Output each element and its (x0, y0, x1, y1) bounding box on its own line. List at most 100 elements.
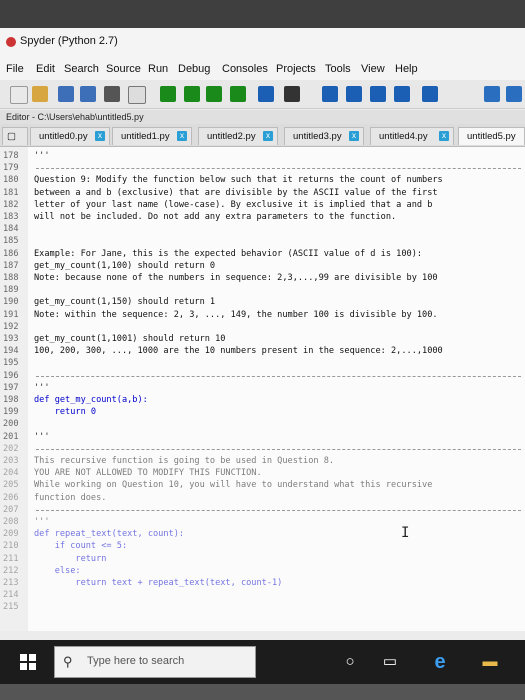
code-line[interactable]: 208 ''' (0, 516, 525, 528)
line-number: 211 (3, 553, 19, 564)
code-line[interactable]: 188 Note: because none of the numbers in … (0, 272, 525, 284)
code-line[interactable]: 212 else: (0, 565, 525, 577)
tab-untitled5[interactable]: untitled5.py (458, 127, 525, 145)
code-line[interactable]: 184 (0, 223, 525, 235)
code-line[interactable]: 195 (0, 357, 525, 369)
code-text: Note: within the sequence: 2, 3, ..., 14… (34, 309, 438, 320)
menu-edit[interactable]: Edit (36, 63, 55, 75)
menu-source[interactable]: Source (106, 63, 141, 75)
save-icon[interactable] (58, 86, 74, 102)
tab-browse-button[interactable]: ▢ (2, 127, 28, 145)
code-line[interactable]: 209 def repeat_text(text, count): (0, 528, 525, 540)
code-text: def repeat_text(text, count): (34, 529, 185, 540)
code-line[interactable]: 215 (0, 601, 525, 613)
task-view-icon[interactable]: ▭ (380, 652, 400, 672)
at-icon[interactable] (128, 86, 146, 104)
line-number: 189 (3, 285, 19, 296)
windows-logo-icon[interactable] (20, 654, 36, 670)
save-all-icon[interactable] (80, 86, 96, 102)
maximize-pane-icon[interactable] (484, 86, 500, 102)
stop-debug-icon[interactable] (422, 86, 438, 102)
tab-label: untitled4.py (379, 131, 428, 142)
close-icon[interactable]: x (349, 131, 359, 141)
new-file-icon[interactable] (10, 86, 28, 104)
run-selection-icon[interactable] (230, 86, 246, 102)
windows-taskbar: ⚲ Type here to search ○ ▭ e ▬ (0, 640, 525, 684)
search-icon: ⚲ (63, 654, 73, 669)
code-line[interactable]: 181 between a and b (exclusive) that are … (0, 187, 525, 199)
menu-consoles[interactable]: Consoles (222, 63, 268, 75)
title-bar: Spyder (Python 2.7) (0, 28, 525, 56)
menu-projects[interactable]: Projects (276, 63, 316, 75)
menu-help[interactable]: Help (395, 63, 418, 75)
tab-untitled0[interactable]: untitled0.py x (30, 127, 110, 145)
code-line[interactable]: 204 YOU ARE NOT ALLOWED TO MODIFY THIS FU… (0, 467, 525, 479)
line-number: 192 (3, 321, 19, 332)
code-line[interactable]: 192 (0, 321, 525, 333)
code-line[interactable]: 197 ''' (0, 382, 525, 394)
tab-untitled4[interactable]: untitled4.py x (370, 127, 454, 145)
close-icon[interactable]: x (177, 131, 187, 141)
code-line[interactable]: 211 return (0, 553, 525, 565)
code-line[interactable]: 186 Example: For Jane, this is the expect… (0, 248, 525, 260)
line-number: 212 (3, 565, 19, 576)
code-line[interactable]: 194 100, 200, 300, ..., 1000 are the 10 n… (0, 345, 525, 357)
line-number: 199 (3, 407, 19, 418)
code-line[interactable]: 189 (0, 284, 525, 296)
code-line[interactable]: 178 ''' (0, 150, 525, 162)
close-icon[interactable]: x (95, 131, 105, 141)
step-into-icon[interactable] (346, 86, 362, 102)
code-line[interactable]: 187 get_my_count(1,100) should return 0 (0, 260, 525, 272)
code-line[interactable]: 214 (0, 589, 525, 601)
python-path-icon[interactable] (506, 86, 522, 102)
code-text: will not be included. Do not add any ext… (34, 212, 397, 222)
tab-untitled3[interactable]: untitled3.py x (284, 127, 364, 145)
open-folder-icon[interactable] (32, 86, 48, 102)
edge-browser-icon[interactable]: e (430, 652, 450, 672)
debug-icon[interactable] (284, 86, 300, 102)
close-icon[interactable]: x (439, 131, 449, 141)
code-line[interactable]: 205 While working on Question 10, you wil… (0, 479, 525, 491)
menu-run[interactable]: Run (148, 63, 168, 75)
run-icon[interactable] (160, 86, 176, 102)
code-line[interactable]: 183 will not be included. Do not add any … (0, 211, 525, 223)
menu-view[interactable]: View (361, 63, 385, 75)
code-line[interactable]: 190 get_my_count(1,150) should return 1 (0, 296, 525, 308)
menu-tools[interactable]: Tools (325, 63, 351, 75)
code-line[interactable]: 203 This recursive function is going to b… (0, 455, 525, 467)
code-line[interactable]: 185 (0, 235, 525, 247)
code-editor[interactable]: 178 ''' 179 180 Question 9: Modify the funct… (0, 147, 525, 631)
taskbar-search-box[interactable]: ⚲ Type here to search (54, 646, 256, 678)
tab-untitled1[interactable]: untitled1.py x (112, 127, 192, 145)
run-cell-icon[interactable] (184, 86, 200, 102)
code-line[interactable]: 210 if count <= 5: (0, 540, 525, 552)
circle-icon[interactable]: ○ (340, 652, 360, 672)
code-line[interactable]: 191 Note: within the sequence: 2, 3, ...,… (0, 309, 525, 321)
code-line[interactable]: 213 return text + repeat_text(text, coun… (0, 577, 525, 589)
cell-separator (36, 375, 521, 377)
list-icon[interactable] (104, 86, 120, 102)
line-number: 202 (3, 443, 19, 454)
menu-file[interactable]: File (6, 63, 24, 75)
step-return-icon[interactable] (370, 86, 386, 102)
rerun-icon[interactable] (258, 86, 274, 102)
folder-icon[interactable]: ▬ (480, 652, 500, 672)
code-line[interactable]: 182 letter of your last name (lowe-case).… (0, 199, 525, 211)
code-line[interactable]: 200 (0, 418, 525, 430)
run-cell-advance-icon[interactable] (206, 86, 222, 102)
code-line[interactable]: 193 get_my_count(1,1001) should return 10 (0, 333, 525, 345)
code-line[interactable]: 206 function does. (0, 492, 525, 504)
tab-label: untitled0.py (39, 131, 88, 142)
code-line[interactable]: 180 Question 9: Modify the function below… (0, 174, 525, 186)
code-line[interactable]: 199 return 0 (0, 406, 525, 418)
code-text: Example: For Jane, this is the expected … (34, 248, 423, 259)
tab-untitled2[interactable]: untitled2.py x (198, 127, 278, 145)
continue-icon[interactable] (394, 86, 410, 102)
code-line[interactable]: 201 ''' (0, 431, 525, 443)
step-icon[interactable] (322, 86, 338, 102)
line-number: 198 (3, 395, 19, 405)
close-icon[interactable]: x (263, 131, 273, 141)
menu-debug[interactable]: Debug (178, 63, 210, 75)
menu-search[interactable]: Search (64, 63, 99, 75)
code-line[interactable]: 198 def get_my_count(a,b): (0, 394, 525, 406)
